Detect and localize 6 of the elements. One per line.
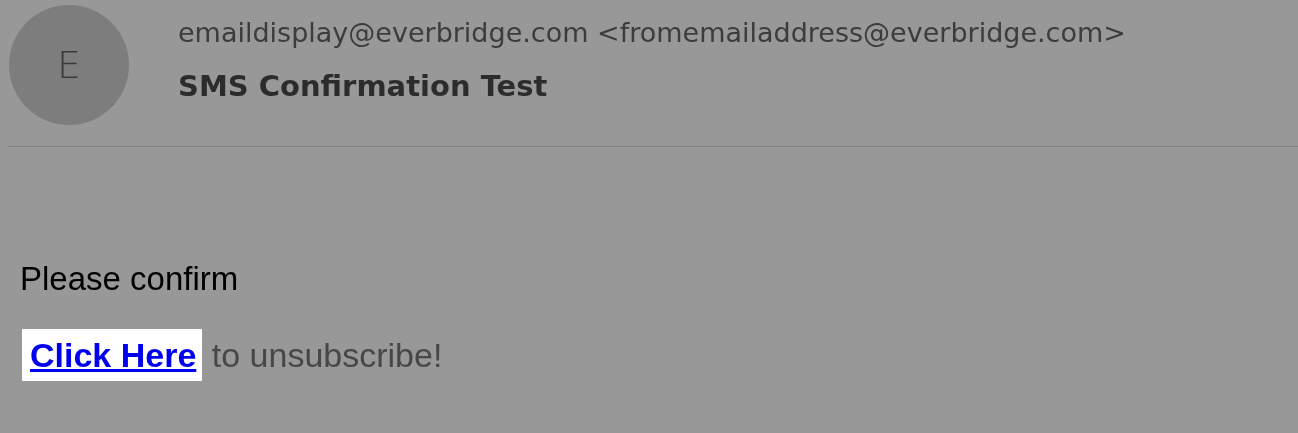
sender-line: emaildisplay@everbridge.com <fromemailaddress@everbridge.com>: [178, 17, 1126, 49]
body-text: Please confirm: [20, 259, 240, 299]
unsubscribe-sentence: Click Here to unsubscribe!: [22, 329, 1298, 381]
sender-avatar: E: [9, 5, 129, 125]
email-subject: SMS Confirmation Test: [178, 69, 549, 103]
click-here-link[interactable]: Click Here: [22, 329, 203, 381]
